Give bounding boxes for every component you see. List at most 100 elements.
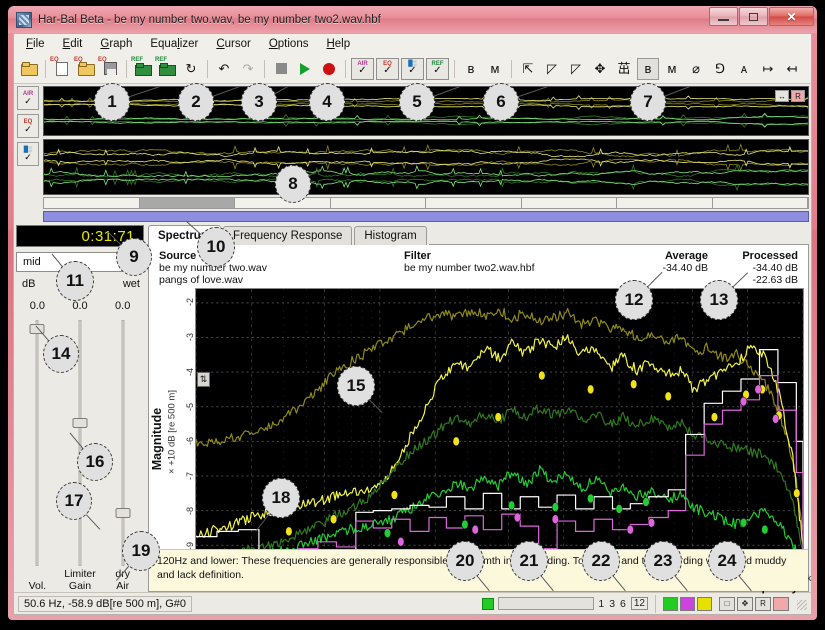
dry-air-slider[interactable] bbox=[101, 320, 144, 566]
eq-check-button[interactable]: EQ ✓ bbox=[376, 57, 399, 80]
view-tabs: Spectrum Frequency Response Histogram bbox=[148, 225, 809, 245]
octave-1[interactable]: 1 bbox=[598, 598, 604, 610]
window-title: Har-Bal Beta - be my number two.wav, be … bbox=[38, 13, 381, 26]
play-icon[interactable] bbox=[294, 58, 316, 80]
callout-marker-6: 6 bbox=[483, 82, 519, 122]
value-db: 0.0 bbox=[29, 300, 45, 312]
shift-right-icon[interactable]: ↦ bbox=[757, 58, 779, 80]
slider-label-air: Air bbox=[116, 580, 130, 592]
spectrum-check-button[interactable]: █░ ✓ bbox=[401, 57, 424, 80]
menu-item-equalizer[interactable]: Equalizer bbox=[150, 38, 198, 50]
stop-icon[interactable] bbox=[270, 58, 292, 80]
redo-icon[interactable]: ↷ bbox=[237, 58, 259, 80]
menu-item-cursor[interactable]: Cursor bbox=[216, 38, 251, 50]
status-indicator[interactable] bbox=[482, 597, 495, 610]
scroll-section[interactable] bbox=[617, 198, 713, 208]
curve-tool-icon[interactable]: ʙ bbox=[460, 58, 482, 80]
zoom-region-alt-icon[interactable]: ◸ bbox=[565, 58, 587, 80]
save-ref-icon[interactable]: REF bbox=[155, 57, 178, 80]
volume-slider-track bbox=[35, 320, 39, 566]
tilt-curve-icon[interactable]: ⅁ bbox=[709, 58, 731, 80]
octave-6[interactable]: 6 bbox=[620, 598, 626, 610]
air-view-button[interactable]: AIR ✓ bbox=[17, 86, 39, 110]
refresh-icon[interactable]: ↻ bbox=[180, 58, 202, 80]
filter-info: Filter be my number two2.wav.hbf bbox=[394, 250, 622, 286]
shift-left-icon[interactable]: ↤ bbox=[781, 58, 803, 80]
magenta-node bbox=[772, 414, 780, 424]
save-eq-icon[interactable]: EQ bbox=[98, 57, 121, 80]
green-node bbox=[740, 517, 747, 528]
scroll-section[interactable] bbox=[712, 198, 808, 208]
menu-item-graph[interactable]: Graph bbox=[100, 38, 132, 50]
record-icon[interactable] bbox=[318, 58, 340, 80]
peak-curve-icon[interactable]: ᴀ bbox=[733, 58, 755, 80]
green-node bbox=[587, 493, 595, 504]
yellow-curve-button[interactable] bbox=[697, 596, 712, 611]
mirror-curve-icon[interactable]: ᴍ bbox=[661, 58, 683, 80]
yellow-node bbox=[285, 526, 293, 537]
record-state-button[interactable] bbox=[773, 596, 789, 611]
maximize-button[interactable] bbox=[739, 7, 768, 26]
menu-item-options[interactable]: Options bbox=[269, 38, 309, 50]
tab-frequency-response[interactable]: Frequency Response bbox=[223, 226, 353, 245]
eq-view-button[interactable]: EQ ✓ bbox=[17, 114, 39, 138]
average-header: Average bbox=[664, 250, 708, 262]
tab-histogram[interactable]: Histogram bbox=[354, 226, 427, 245]
magenta-node bbox=[551, 514, 559, 525]
close-button[interactable]: ✕ bbox=[769, 7, 814, 26]
air-check-button[interactable]: AIR ✓ bbox=[351, 57, 374, 80]
vertical-drag-handle[interactable]: ⇅ bbox=[197, 372, 210, 387]
octave-12[interactable]: 12 bbox=[630, 597, 648, 610]
undo-icon[interactable]: ↶ bbox=[213, 58, 235, 80]
magenta-curve-button[interactable] bbox=[680, 596, 695, 611]
active-curve-icon[interactable]: ʙ bbox=[637, 57, 659, 80]
fit-width-marker[interactable]: ↔ bbox=[775, 90, 789, 102]
new-eq-icon[interactable]: EQ bbox=[50, 57, 73, 80]
scroll-section-active[interactable] bbox=[139, 198, 235, 208]
graph-row: Magnitude × +10 dB [re 500 m] -2 -3 -4 -5 -6… bbox=[149, 286, 811, 594]
yellow-node bbox=[391, 490, 398, 500]
slash-curve-icon[interactable]: ⌀ bbox=[685, 58, 707, 80]
minimize-button[interactable] bbox=[709, 7, 738, 26]
reset-button[interactable]: R bbox=[755, 596, 771, 611]
green-curve-button[interactable] bbox=[663, 596, 678, 611]
scroll-section[interactable] bbox=[44, 198, 140, 208]
zoom-region-icon[interactable]: ◸ bbox=[541, 58, 563, 80]
menu-item-file[interactable]: File bbox=[26, 38, 45, 50]
curve-alt-tool-icon[interactable]: ᴍ bbox=[484, 58, 506, 80]
zoom-fit-button[interactable]: □ bbox=[719, 596, 735, 611]
yellow-node bbox=[664, 391, 672, 402]
callout-marker-19: 19 bbox=[122, 530, 160, 572]
spectrum-view-button[interactable]: █░ ✓ bbox=[17, 142, 39, 166]
scroll-section[interactable] bbox=[426, 198, 522, 208]
open-ref-icon[interactable]: REF bbox=[131, 57, 154, 80]
resize-grip[interactable] bbox=[795, 598, 807, 610]
pan-icon[interactable]: ✥ bbox=[589, 58, 611, 80]
menu-item-edit[interactable]: Edit bbox=[63, 38, 83, 50]
callout-marker-18: 18 bbox=[262, 477, 300, 519]
limiter-slider-thumb[interactable] bbox=[72, 418, 88, 428]
yellow-node bbox=[711, 412, 718, 422]
series-eq-curve-white bbox=[196, 350, 803, 556]
scroll-section[interactable] bbox=[330, 198, 426, 208]
waveform-scroll-strip[interactable] bbox=[43, 197, 809, 209]
select-arrow-icon[interactable]: ⇱ bbox=[517, 58, 539, 80]
source-header: Source bbox=[159, 250, 197, 262]
yellow-node bbox=[330, 514, 338, 525]
waveform-detail-panel[interactable] bbox=[43, 139, 809, 195]
magenta-node bbox=[648, 517, 655, 528]
slider-label-gain: Gain bbox=[68, 580, 92, 592]
menu-item-help[interactable]: Help bbox=[326, 38, 350, 50]
air-slider-thumb[interactable] bbox=[115, 508, 131, 518]
spectrum-plot[interactable] bbox=[195, 288, 804, 567]
open-file-icon[interactable] bbox=[18, 58, 40, 80]
octave-3[interactable]: 3 bbox=[609, 598, 615, 610]
multi-curve-icon[interactable]: 茁 bbox=[613, 58, 635, 80]
waveform-position-bar[interactable] bbox=[43, 211, 809, 222]
scroll-section[interactable] bbox=[521, 198, 617, 208]
open-eq-icon[interactable]: EQ bbox=[74, 57, 97, 80]
right-channel-marker[interactable]: R bbox=[791, 90, 805, 102]
progress-bar[interactable] bbox=[498, 597, 595, 610]
ref-check-button[interactable]: REF ✓ bbox=[426, 57, 449, 80]
pan-button[interactable]: ✥ bbox=[737, 596, 753, 611]
